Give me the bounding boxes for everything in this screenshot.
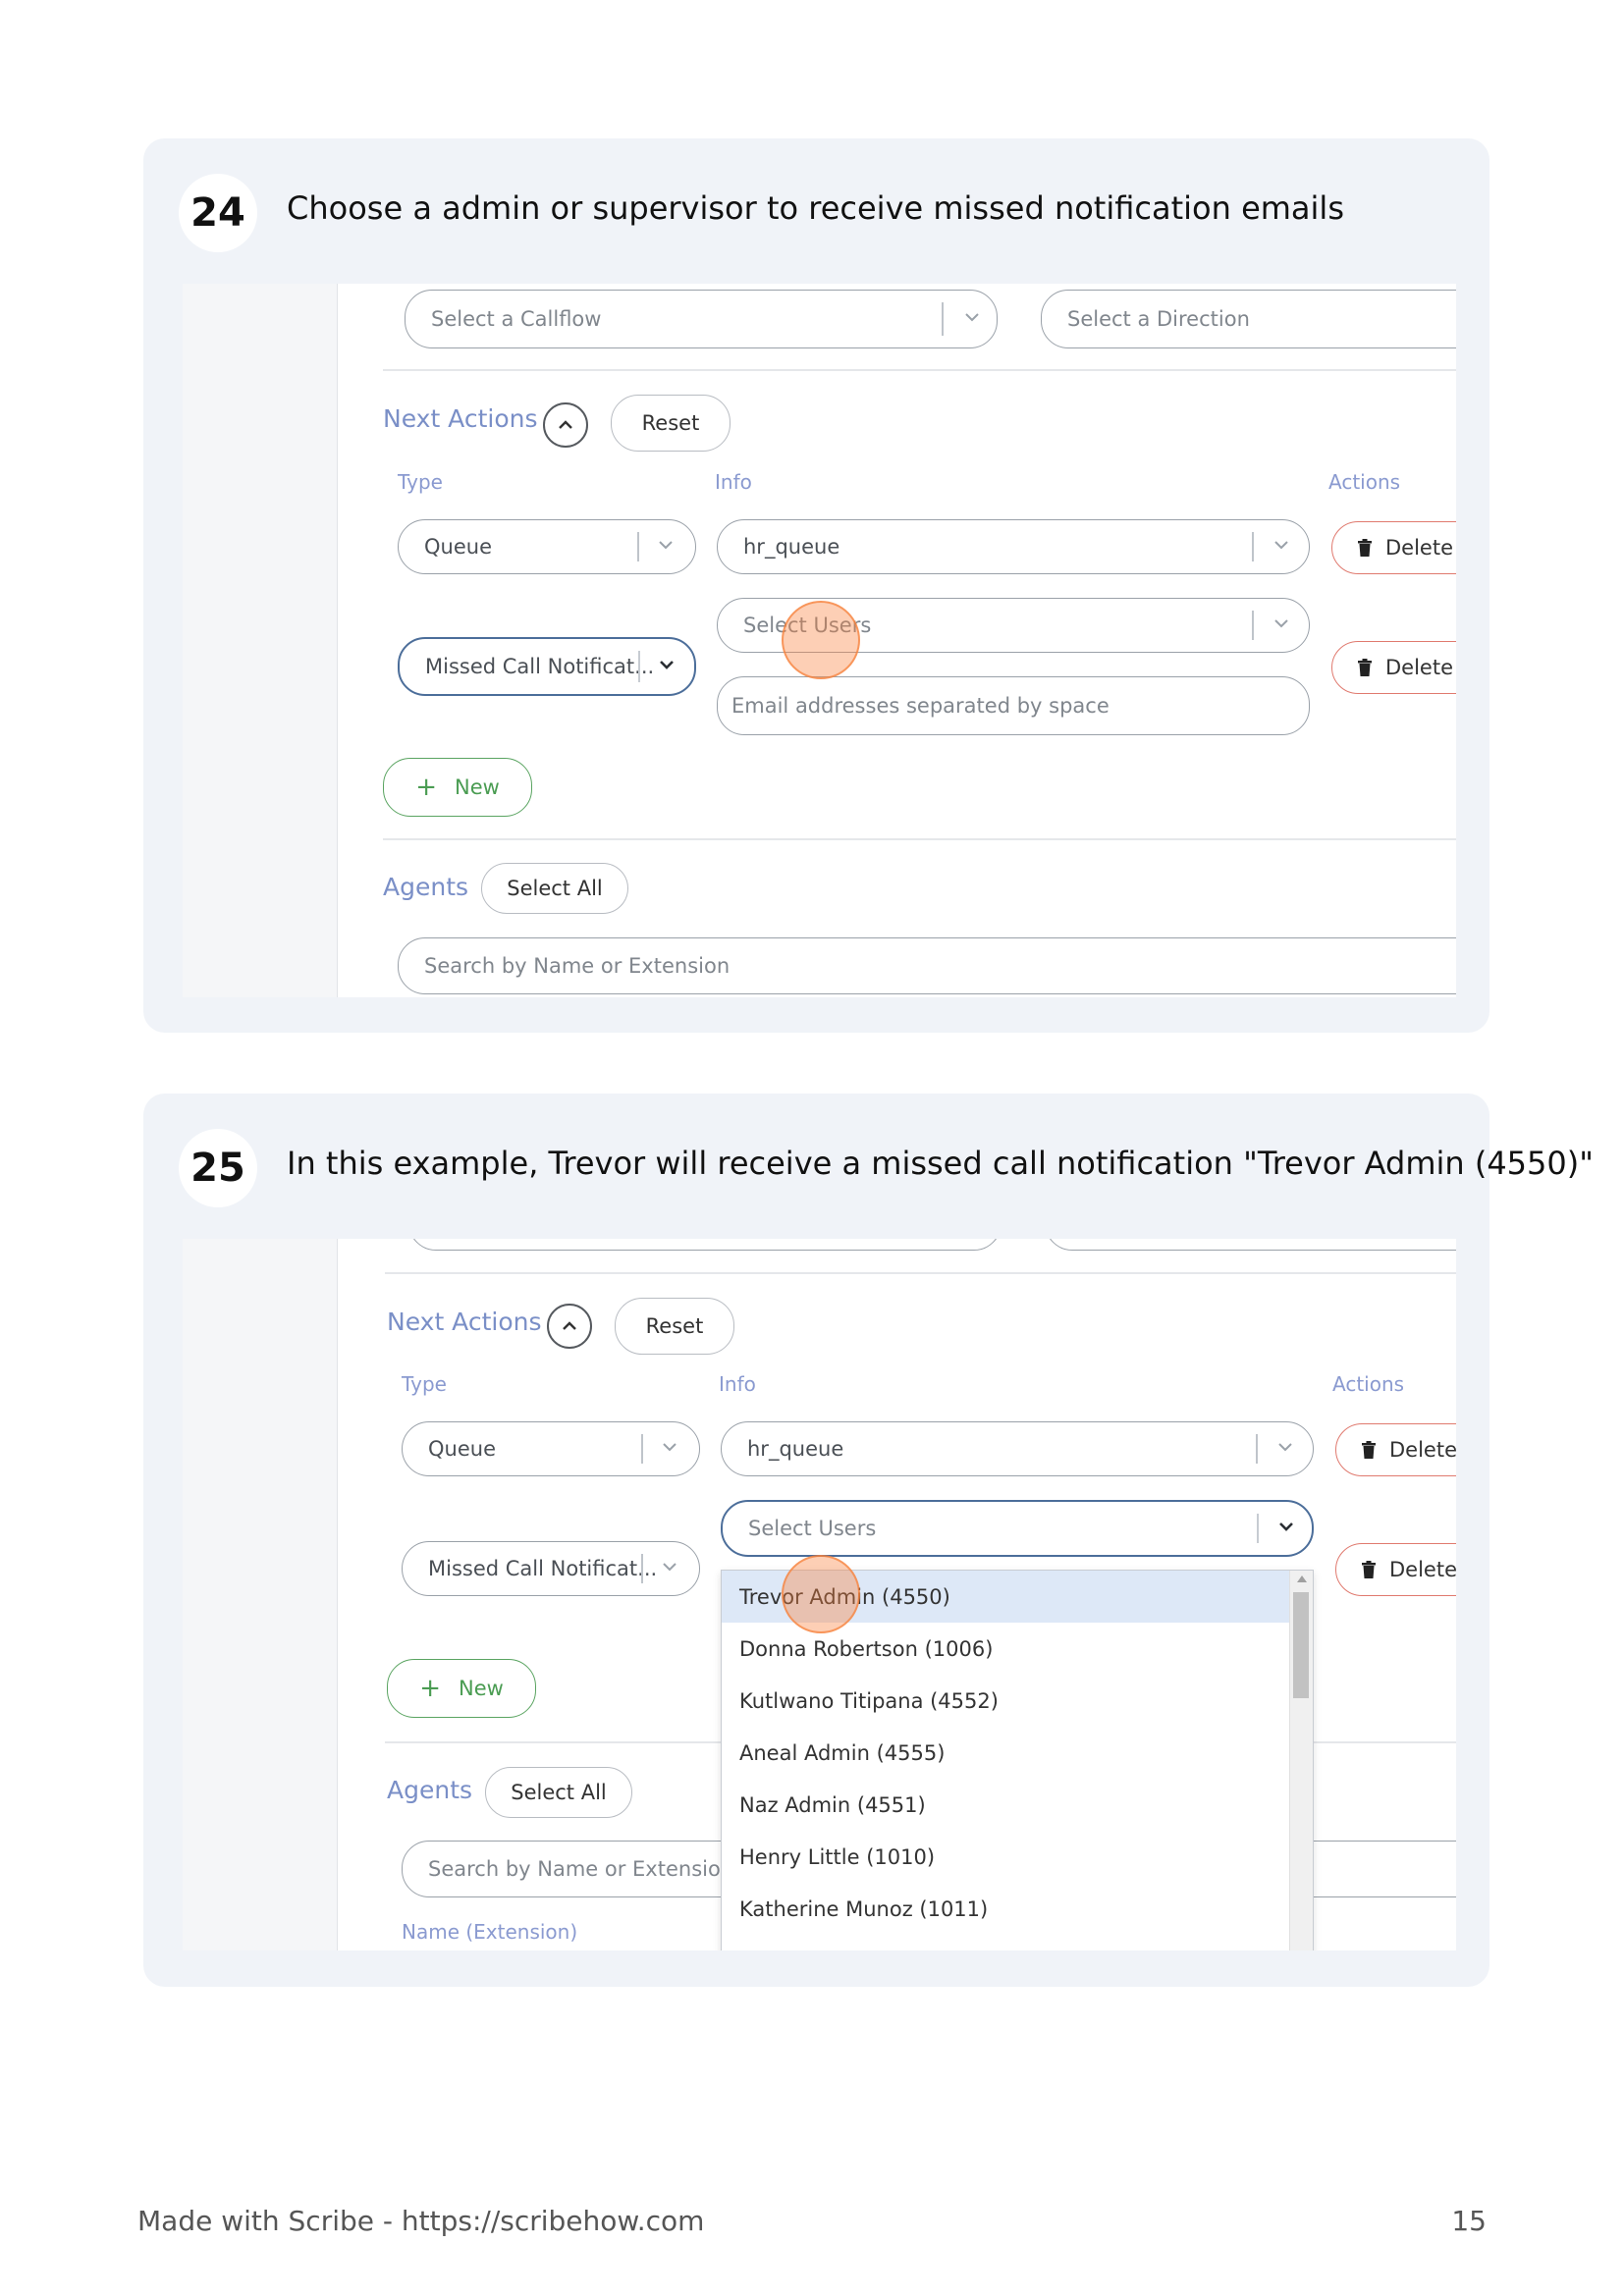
trash-icon: [1358, 539, 1372, 557]
chevron-down-icon[interactable]: [659, 660, 674, 673]
info-select-value: hr_queue: [743, 535, 840, 559]
chevron-down-icon[interactable]: [662, 1442, 677, 1456]
agents-label: Agents: [383, 873, 469, 901]
click-highlight: [782, 601, 860, 679]
collapse-button[interactable]: [543, 402, 588, 448]
type-column-label: Type: [402, 1372, 447, 1396]
user-option[interactable]: Kutlwano Titipana (4552): [722, 1675, 1289, 1727]
reset-button-label: Reset: [641, 411, 700, 435]
step-screenshot: Select a Callflow Select a Direction Nex…: [183, 284, 1456, 997]
delete-button[interactable]: Delete: [1331, 641, 1456, 694]
delete-button[interactable]: Delete: [1331, 521, 1456, 574]
select-users-field[interactable]: Select Users: [721, 1500, 1314, 1557]
step-instruction: In this example, Trevor will receive a m…: [287, 1145, 1594, 1182]
type-select-missed-call[interactable]: Missed Call Notificat...: [402, 1541, 700, 1596]
click-highlight: [782, 1555, 860, 1633]
user-option[interactable]: Henry Little (1010): [722, 1831, 1289, 1883]
agent-search-placeholder: Search by Name or Extension: [428, 1857, 734, 1881]
select-all-label: Select All: [507, 877, 603, 900]
new-button-label: New: [458, 1677, 504, 1700]
page-number: 15: [1451, 2205, 1487, 2237]
new-action-button[interactable]: + New: [387, 1659, 536, 1718]
reset-button[interactable]: Reset: [615, 1298, 734, 1355]
sidebar: [183, 284, 338, 997]
chevron-down-icon[interactable]: [1273, 540, 1288, 554]
step-card-24: 24 Choose a admin or supervisor to recei…: [143, 138, 1489, 1033]
chevron-down-icon[interactable]: [662, 1562, 677, 1575]
info-select-value: hr_queue: [747, 1437, 844, 1461]
plus-icon: +: [415, 773, 437, 802]
collapse-button[interactable]: [547, 1304, 592, 1349]
email-addresses-field[interactable]: Email addresses separated by space: [717, 676, 1310, 735]
reset-button[interactable]: Reset: [611, 395, 731, 452]
next-actions-label: Next Actions: [383, 404, 538, 433]
callflow-select-placeholder: Select a Callflow: [431, 307, 602, 331]
plus-icon: +: [419, 1674, 441, 1703]
select-users-placeholder: Select Users: [748, 1517, 877, 1540]
chevron-down-icon[interactable]: [964, 312, 979, 326]
user-option[interactable]: Aneal Admin (4555): [722, 1727, 1289, 1779]
delete-button[interactable]: Delete: [1335, 1543, 1456, 1596]
trash-icon: [1358, 659, 1372, 676]
chevron-down-icon[interactable]: [1277, 1442, 1292, 1456]
step-number: 24: [179, 174, 257, 252]
chevron-down-icon[interactable]: [1273, 618, 1288, 632]
trash-icon: [1362, 1561, 1376, 1578]
callflow-select[interactable]: [408, 1239, 1001, 1251]
user-option[interactable]: Naz Admin (4551): [722, 1779, 1289, 1831]
direction-select-placeholder: Select a Direction: [1067, 307, 1250, 331]
select-all-label: Select All: [511, 1781, 607, 1804]
chevron-up-icon: [559, 420, 572, 429]
new-button-label: New: [454, 775, 500, 799]
direction-select[interactable]: [1045, 1239, 1456, 1251]
actions-column-label: Actions: [1328, 470, 1401, 494]
user-option[interactable]: Katherine Munoz (1011): [722, 1883, 1289, 1935]
step-screenshot: Next Actions Reset Type Info Actions Que…: [183, 1239, 1456, 1950]
dropdown-scrollbar[interactable]: [1289, 1571, 1313, 1950]
type-select-value: Missed Call Notificat...: [425, 655, 655, 678]
reset-button-label: Reset: [645, 1314, 704, 1338]
type-select-value: Queue: [424, 535, 492, 559]
select-all-button[interactable]: Select All: [481, 863, 628, 914]
actions-column-label: Actions: [1332, 1372, 1405, 1396]
chevron-down-icon[interactable]: [658, 540, 673, 554]
chevron-down-icon[interactable]: [1278, 1522, 1293, 1535]
delete-button-label: Delete: [1389, 1558, 1456, 1581]
type-select-missed-call[interactable]: Missed Call Notificat...: [398, 637, 696, 696]
type-column-label: Type: [398, 470, 443, 494]
scroll-up-arrow-icon: [1297, 1575, 1307, 1582]
sidebar: [183, 1239, 338, 1950]
chevron-up-icon: [563, 1321, 576, 1330]
step-number: 25: [179, 1129, 257, 1207]
callflow-select[interactable]: Select a Callflow: [405, 290, 998, 348]
type-select-value: Queue: [428, 1437, 496, 1461]
agent-search-input[interactable]: Search by Name or Extension: [398, 937, 1456, 994]
step-card-25: 25 In this example, Trevor will receive …: [143, 1094, 1594, 1987]
new-action-button[interactable]: + New: [383, 758, 532, 817]
select-all-button[interactable]: Select All: [485, 1767, 632, 1818]
agent-search-placeholder: Search by Name or Extension: [424, 954, 731, 978]
trash-icon: [1362, 1441, 1376, 1459]
next-actions-label: Next Actions: [387, 1308, 542, 1336]
type-select-queue[interactable]: Queue: [398, 519, 696, 574]
delete-button-label: Delete: [1385, 656, 1453, 679]
delete-button-label: Delete: [1385, 536, 1453, 560]
type-select-queue[interactable]: Queue: [402, 1421, 700, 1476]
direction-select[interactable]: Select a Direction: [1041, 290, 1456, 348]
info-select-queue[interactable]: hr_queue: [717, 519, 1310, 574]
scribe-footer-link[interactable]: Made with Scribe - https://scribehow.com: [137, 2205, 704, 2237]
delete-button[interactable]: Delete: [1335, 1423, 1456, 1476]
name-extension-column-label: Name (Extension): [402, 1920, 578, 1944]
email-addresses-placeholder: Email addresses separated by space: [731, 694, 1110, 718]
scrollbar-thumb[interactable]: [1293, 1592, 1309, 1698]
agents-label: Agents: [387, 1776, 473, 1804]
info-column-label: Info: [715, 470, 752, 494]
type-select-value: Missed Call Notificat...: [428, 1557, 658, 1580]
info-select-queue[interactable]: hr_queue: [721, 1421, 1314, 1476]
delete-button-label: Delete: [1389, 1438, 1456, 1462]
info-column-label: Info: [719, 1372, 756, 1396]
step-instruction: Choose a admin or supervisor to receive …: [287, 189, 1344, 227]
